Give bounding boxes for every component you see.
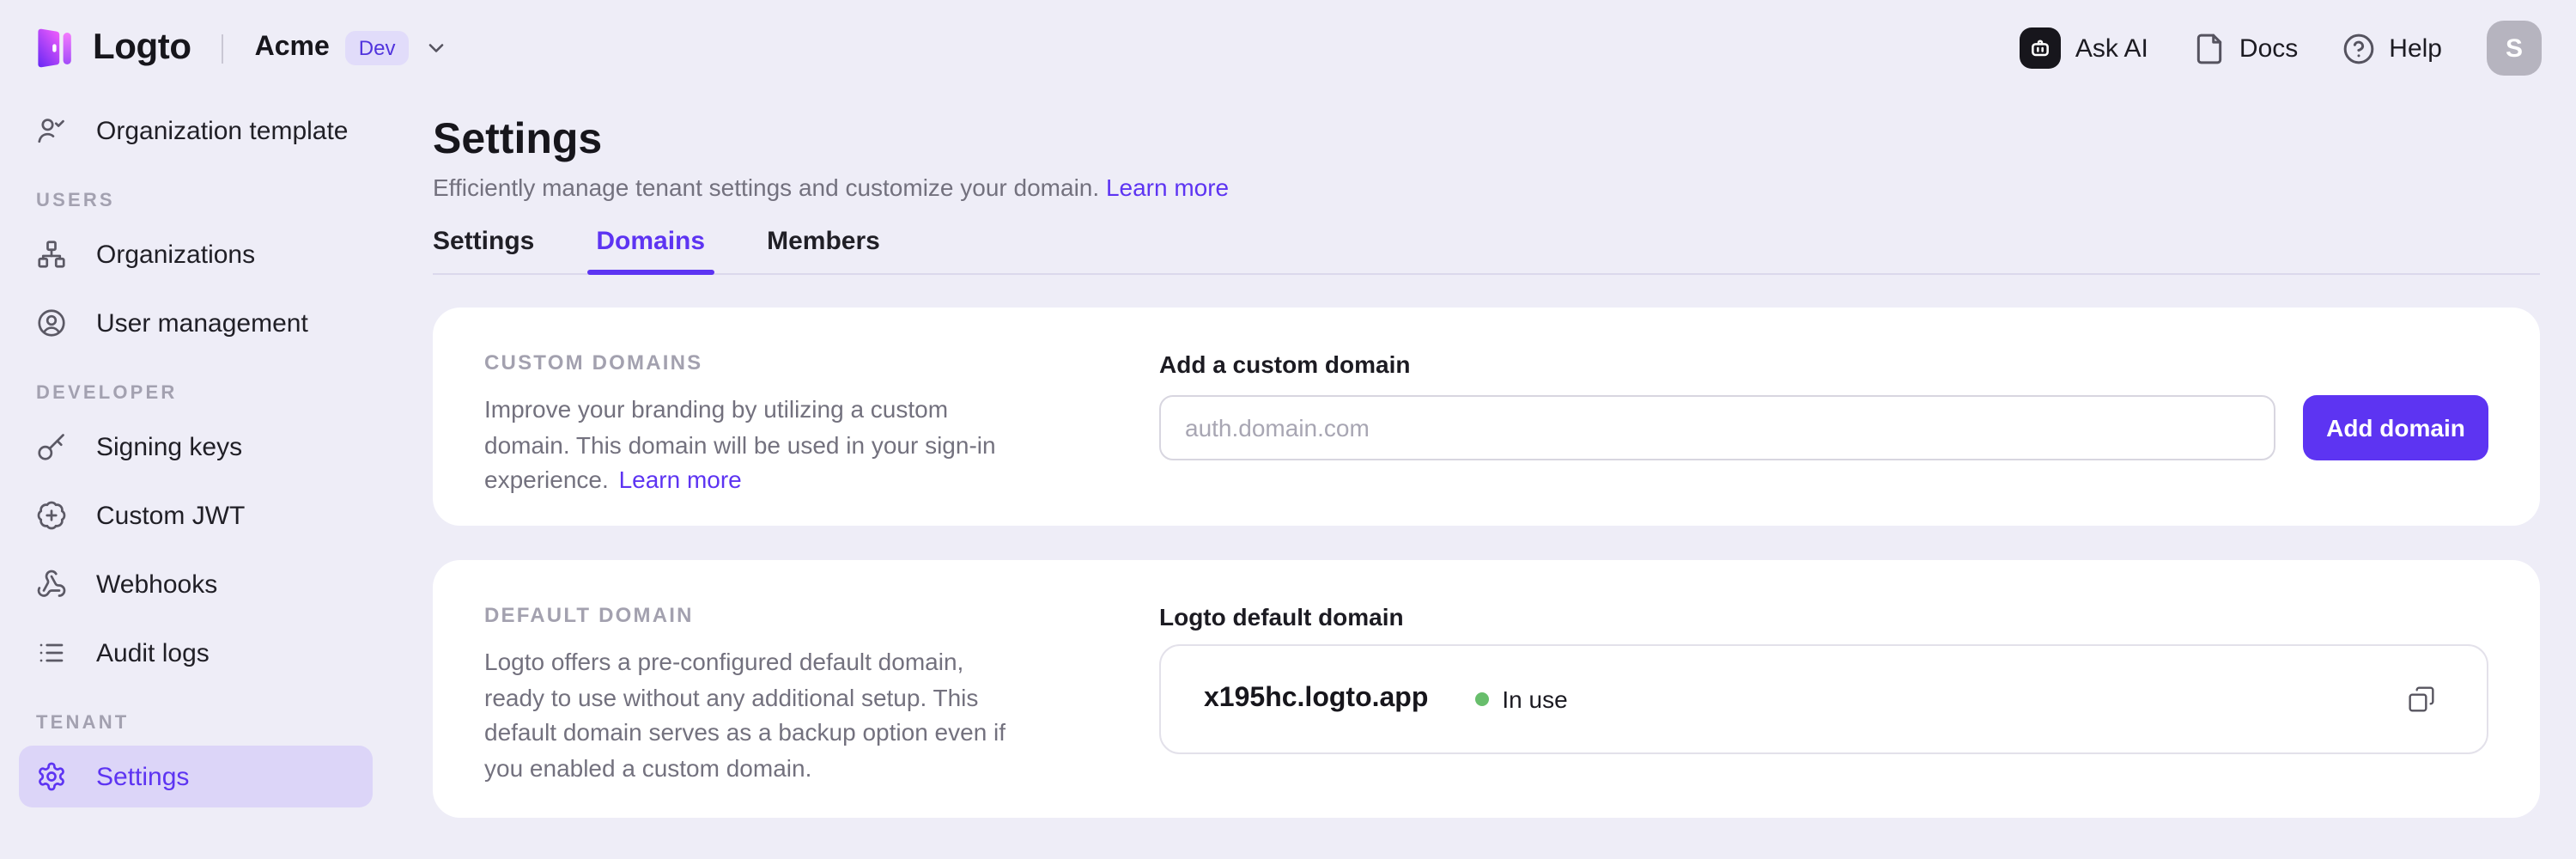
status-dot (1474, 692, 1488, 706)
sidebar: Organization template USERS Organization… (0, 96, 392, 859)
tenant-name: Acme (255, 33, 330, 64)
ask-ai-button[interactable]: Ask AI (2020, 27, 2148, 69)
user-check-icon (36, 115, 67, 146)
page-subtitle-text: Efficiently manage tenant settings and c… (433, 174, 1099, 201)
tenant-env-badge: Dev (345, 31, 410, 65)
ask-ai-label: Ask AI (2075, 34, 2148, 63)
topbar-divider (222, 34, 224, 63)
logto-default-domain-label: Logto default domain (1159, 603, 2488, 631)
custom-domains-card: CUSTOM DOMAINS Improve your branding by … (433, 308, 2540, 526)
default-domain-description: Logto offers a pre-configured default do… (484, 644, 1020, 785)
gear-icon (36, 761, 67, 792)
logs-icon (36, 637, 67, 668)
brand-name: Logto (93, 27, 191, 69)
topbar: Logto Acme Dev Ask AI (0, 0, 2576, 96)
brand[interactable]: Logto (29, 24, 191, 72)
help-circle-icon (2342, 32, 2375, 64)
sidebar-section-tenant: TENANT (0, 711, 392, 735)
sidebar-item-label: Settings (96, 762, 189, 791)
docs-button[interactable]: Docs (2193, 32, 2298, 64)
custom-domains-info: CUSTOM DOMAINS Improve your branding by … (484, 350, 1020, 483)
copy-button[interactable] (2408, 685, 2435, 713)
sidebar-item-label: Organizations (96, 240, 255, 269)
document-icon (2193, 32, 2226, 64)
tab-domains[interactable]: Domains (596, 227, 705, 273)
sidebar-item-organizations[interactable]: Organizations (19, 223, 373, 285)
sidebar-item-label: User management (96, 308, 308, 338)
sidebar-item-audit-logs[interactable]: Audit logs (19, 622, 373, 684)
add-custom-domain-label: Add a custom domain (1159, 350, 2488, 378)
tab-settings[interactable]: Settings (433, 227, 534, 273)
avatar[interactable]: S (2487, 21, 2542, 76)
sidebar-item-label: Webhooks (96, 570, 217, 599)
default-domain-card: DEFAULT DOMAIN Logto offers a pre-config… (433, 560, 2540, 818)
custom-domains-section-label: CUSTOM DOMAINS (484, 350, 1020, 375)
sidebar-item-settings[interactable]: Settings (19, 746, 373, 807)
sidebar-item-webhooks[interactable]: Webhooks (19, 553, 373, 615)
main-content: Settings Efficiently manage tenant setti… (392, 96, 2576, 859)
default-domain-section-label: DEFAULT DOMAIN (484, 603, 1020, 627)
sidebar-item-label: Organization template (96, 116, 349, 145)
sidebar-item-organization-template[interactable]: Organization template (19, 100, 373, 161)
help-label: Help (2389, 34, 2442, 63)
key-icon (36, 431, 67, 462)
sidebar-item-signing-keys[interactable]: Signing keys (19, 416, 373, 478)
sidebar-item-label: Audit logs (96, 638, 210, 667)
add-domain-button[interactable]: Add domain (2303, 395, 2488, 460)
tab-members[interactable]: Members (767, 227, 880, 273)
default-domain-form: Logto default domain x195hc.logto.app In… (1159, 603, 2488, 775)
docs-label: Docs (2239, 34, 2298, 63)
help-button[interactable]: Help (2342, 32, 2442, 64)
custom-domains-learn-more-link[interactable]: Learn more (619, 466, 742, 493)
page-title: Settings (433, 113, 2540, 165)
sidebar-item-custom-jwt[interactable]: Custom JWT (19, 484, 373, 546)
custom-domain-input[interactable] (1159, 395, 2275, 460)
custom-domains-form: Add a custom domain Add domain (1159, 350, 2488, 483)
status-label: In use (1502, 685, 1567, 713)
chevron-down-icon (424, 36, 448, 60)
domain-status: In use (1474, 685, 1567, 713)
custom-domains-description: Improve your branding by utilizing a cus… (484, 392, 1020, 497)
ask-ai-robot-icon (2020, 27, 2062, 69)
default-domain-info: DEFAULT DOMAIN Logto offers a pre-config… (484, 603, 1020, 775)
default-domain-box: x195hc.logto.app In use (1159, 644, 2488, 754)
user-circle-icon (36, 308, 67, 338)
sidebar-section-developer: DEVELOPER (0, 381, 392, 405)
topbar-actions: Ask AI Docs Help S (2020, 21, 2542, 76)
sidebar-section-users: USERS (0, 189, 392, 213)
default-domain-value: x195hc.logto.app (1204, 684, 1428, 715)
page-subtitle: Efficiently manage tenant settings and c… (433, 170, 2540, 204)
frame: Organization template USERS Organization… (0, 96, 2576, 859)
logto-logo-icon (29, 24, 77, 72)
sidebar-item-label: Signing keys (96, 432, 242, 461)
badge-plus-icon (36, 500, 67, 531)
tenant-selector[interactable]: Acme Dev (255, 31, 449, 65)
logto-console: Logto Acme Dev Ask AI (0, 0, 2576, 859)
tab-bar: Settings Domains Members (433, 227, 2540, 275)
subtitle-learn-more-link[interactable]: Learn more (1106, 174, 1229, 201)
add-custom-domain-row: Add domain (1159, 395, 2488, 460)
sidebar-item-label: Custom JWT (96, 501, 245, 530)
sidebar-item-user-management[interactable]: User management (19, 292, 373, 354)
org-network-icon (36, 239, 67, 270)
webhook-icon (36, 569, 67, 600)
copy-icon (2408, 685, 2435, 713)
